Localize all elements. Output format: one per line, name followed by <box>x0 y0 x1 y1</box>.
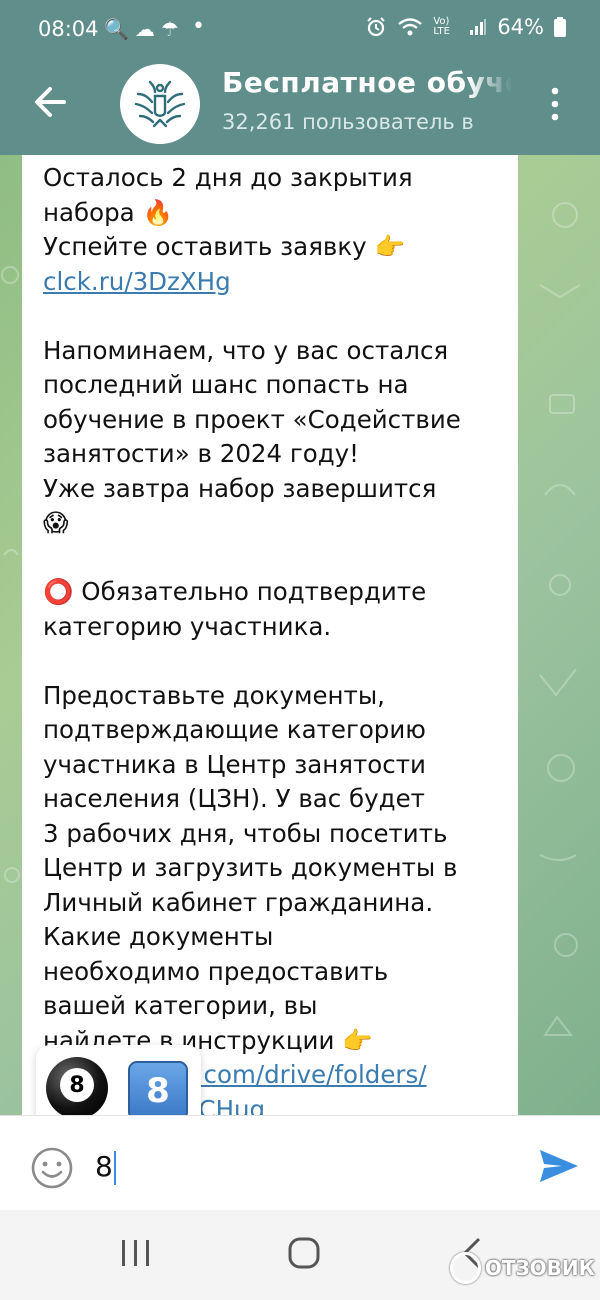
watermark-ring-icon <box>450 1252 481 1284</box>
recents-button[interactable] <box>120 1238 152 1268</box>
channel-avatar[interactable] <box>120 64 200 144</box>
lte-indicator: Vo) LTE <box>433 16 450 37</box>
watermark: ОТЗОВИК <box>450 1250 595 1286</box>
message-input-bar: 8 <box>0 1115 600 1211</box>
member-count: 32,261 пользователь в <box>222 110 474 134</box>
chat-header: 08:04 🔍☁☂ • Vo) LTE 64% Бесплатное обуче… <box>0 0 600 155</box>
home-icon <box>288 1237 320 1269</box>
battery-percent: 64% <box>497 15 544 39</box>
emoji-suggestion-8ball[interactable]: 8 <box>46 1057 108 1119</box>
watermark-text: ОТЗОВИК <box>484 1256 595 1280</box>
message-paragraph: Напоминаем, что у вас остался последний … <box>43 335 461 538</box>
text-caret <box>113 1151 116 1185</box>
vertical-dots-icon <box>551 87 559 121</box>
status-bar: 08:04 🔍☁☂ • Vo) LTE 64% <box>0 0 600 60</box>
message-link[interactable]: clck.ru/3DzXHg <box>43 267 231 296</box>
alarm-icon <box>367 17 386 37</box>
status-right-group: Vo) LTE 64% <box>365 15 566 39</box>
ball-number: 8 <box>60 1068 94 1102</box>
message-text: Осталось 2 дня до закрытия набора 🔥 Успе… <box>43 161 503 1115</box>
home-button[interactable] <box>287 1236 321 1270</box>
message-paragraph: ⭕ Обязательно подтвердите категорию учас… <box>43 577 427 641</box>
eagle-emblem-icon <box>134 80 186 128</box>
back-button[interactable] <box>30 82 74 122</box>
smiley-icon <box>31 1147 73 1189</box>
emoji-suggestion-keycap-8[interactable]: 8 <box>128 1061 188 1121</box>
emoji-button[interactable] <box>30 1146 74 1190</box>
chat-area[interactable]: Осталось 2 дня до закрытия набора 🔥 Успе… <box>0 155 600 1115</box>
battery-icon <box>554 17 566 37</box>
notification-dot: • <box>192 14 205 39</box>
send-button[interactable] <box>538 1146 580 1186</box>
message-paragraph: Осталось 2 дня до закрытия набора 🔥 Успе… <box>43 163 413 261</box>
status-time: 08:04 <box>38 17 99 41</box>
signal-icon <box>470 19 487 35</box>
send-arrow-icon <box>540 1150 578 1182</box>
notification-icons: 🔍☁☂ <box>104 17 185 41</box>
arrow-left-icon <box>35 87 66 117</box>
message-input-value: 8 <box>95 1150 113 1183</box>
more-menu-button[interactable] <box>540 82 570 126</box>
message-input[interactable]: 8 <box>95 1150 116 1185</box>
chat-title[interactable]: Бесплатное обуче <box>222 66 512 99</box>
wifi-icon <box>398 18 423 36</box>
recents-icon <box>122 1240 149 1266</box>
message-paragraph: Предоставьте документы, подтверждающие к… <box>43 680 458 1055</box>
